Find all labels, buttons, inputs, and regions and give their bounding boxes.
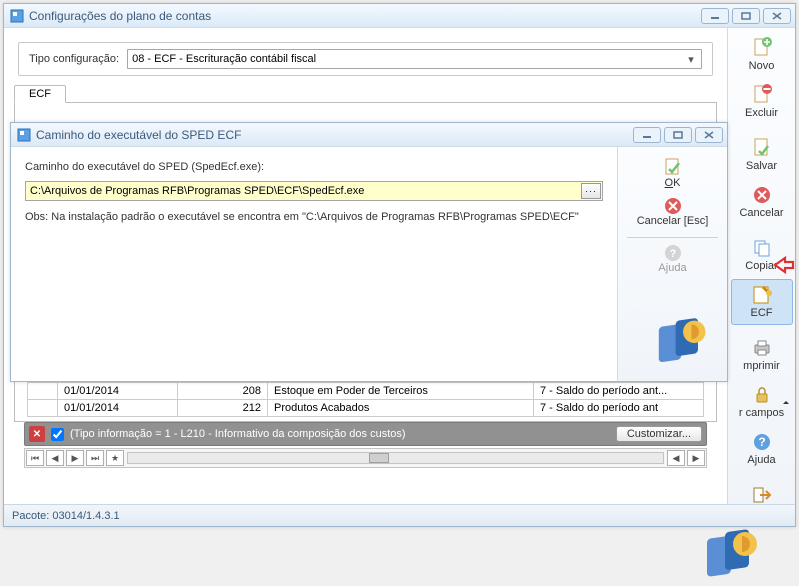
table-row[interactable]: 01/01/2014 212 Produtos Acabados 7 - Sal… [28, 400, 704, 417]
modal-minimize-button[interactable] [633, 127, 661, 143]
status-bar: Pacote: 03014/1.4.3.1 [4, 504, 795, 526]
imprimir-button[interactable]: mprimir [731, 332, 793, 378]
cancelar-button[interactable]: Cancelar [731, 179, 793, 225]
cancel-icon [664, 197, 682, 215]
browse-button[interactable]: ··· [581, 183, 601, 199]
main-window-title: Configurações do plano de contas [29, 9, 698, 23]
modal-right-toolbar: OK Cancelar [Esc] ? Ajuda [617, 147, 727, 381]
novo-button[interactable]: Novo [731, 32, 793, 78]
nav-prev-icon[interactable]: ◀ [46, 450, 64, 466]
help-icon: ? [664, 244, 682, 262]
minimize-button[interactable] [701, 8, 729, 24]
path-label: Caminho do executável do SPED (SpedEcf.e… [25, 161, 603, 173]
chevron-down-icon: ▾ [683, 52, 699, 67]
config-group: Tipo configuração: 08 - ECF - Escrituraç… [18, 42, 713, 76]
grid-navigator: ⏮ ◀ ▶ ⏭ ★ ◀ ▶ [24, 448, 707, 468]
document-new-icon [750, 36, 774, 60]
horizontal-scrollbar[interactable] [127, 452, 664, 464]
main-titlebar: Configurações do plano de contas [4, 4, 795, 28]
nav-bookmark-icon[interactable]: ★ [106, 450, 124, 466]
filter-text: (Tipo informação = 1 - L210 - Informativ… [70, 428, 406, 440]
ecf-icon [750, 283, 774, 307]
scroll-right-icon[interactable]: ▶ [687, 450, 705, 466]
modal-close-button[interactable] [695, 127, 723, 143]
nav-first-icon[interactable]: ⏮ [26, 450, 44, 466]
config-combobox-value: 08 - ECF - Escrituração contábil fiscal [132, 53, 316, 65]
ecf-button[interactable]: ECF [731, 279, 793, 325]
save-icon [750, 136, 774, 160]
ok-button[interactable]: OK [625, 155, 721, 195]
ajuda-button[interactable]: ? Ajuda [731, 426, 793, 472]
excluir-button[interactable]: Excluir [731, 79, 793, 125]
filter-bar: ✕ (Tipo informação = 1 - L210 - Informat… [24, 422, 707, 446]
cancel-icon [750, 183, 774, 207]
dropdown-caret-icon [783, 398, 789, 404]
svg-text:?: ? [758, 435, 765, 449]
config-label: Tipo configuração: [29, 53, 119, 65]
path-input[interactable]: C:\Arquivos de Programas RFB\Programas S… [25, 181, 603, 201]
app-icon [17, 128, 31, 142]
print-icon [750, 336, 774, 360]
copy-icon [750, 236, 774, 260]
ok-icon [663, 157, 683, 177]
help-icon: ? [750, 430, 774, 454]
svg-text:?: ? [669, 248, 676, 260]
modal-title: Caminho do executável do SPED ECF [36, 128, 630, 142]
path-hint: Obs: Na instalação padrão o executável s… [25, 211, 603, 223]
config-combobox[interactable]: 08 - ECF - Escrituração contábil fiscal … [127, 49, 702, 69]
document-delete-icon [750, 83, 774, 107]
modal-maximize-button[interactable] [664, 127, 692, 143]
filter-checkbox[interactable] [51, 428, 64, 441]
scroll-left-icon[interactable]: ◀ [667, 450, 685, 466]
highlight-arrow-icon [773, 256, 795, 274]
close-button[interactable] [763, 8, 791, 24]
filter-close-icon[interactable]: ✕ [29, 426, 45, 442]
brand-icon [649, 315, 719, 371]
table-row[interactable]: 01/01/2014 208 Estoque em Poder de Terce… [28, 383, 704, 400]
status-text: Pacote: 03014/1.4.3.1 [12, 510, 120, 522]
modal-window: Caminho do executável do SPED ECF Caminh… [10, 122, 728, 382]
app-icon [10, 9, 24, 23]
modal-titlebar: Caminho do executável do SPED ECF [11, 123, 727, 147]
modal-help-button[interactable]: ? Ajuda [625, 242, 721, 280]
customize-button[interactable]: Customizar... [616, 426, 702, 442]
maximize-button[interactable] [732, 8, 760, 24]
brand-icon [699, 526, 789, 586]
path-input-value: C:\Arquivos de Programas RFB\Programas S… [30, 185, 364, 197]
nav-last-icon[interactable]: ⏭ [86, 450, 104, 466]
salvar-button[interactable]: Salvar [731, 132, 793, 178]
right-toolbar: Novo Excluir Salvar Cancelar [727, 28, 795, 526]
tab-ecf[interactable]: ECF [14, 85, 66, 103]
nav-next-icon[interactable]: ▶ [66, 450, 84, 466]
campos-button[interactable]: r campos [731, 379, 793, 425]
modal-cancel-button[interactable]: Cancelar [Esc] [625, 195, 721, 233]
lock-icon [750, 383, 774, 407]
